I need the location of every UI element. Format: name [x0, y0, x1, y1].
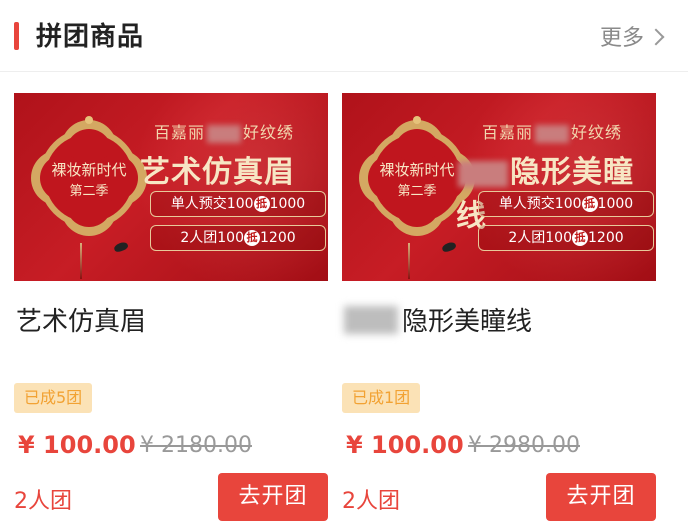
start-group-button[interactable]: 去开团: [546, 473, 656, 521]
redacted-blur: [344, 305, 398, 334]
tassel-decoration: [408, 243, 410, 279]
badge-line1: 裸妆新时代: [51, 161, 126, 179]
group-price: ¥ 100.00: [346, 431, 464, 459]
original-price: ¥ 2180.00: [140, 433, 252, 458]
grouped-count-badge: 已成1团: [342, 383, 421, 413]
product-name[interactable]: 隐形美瞳线: [344, 301, 532, 338]
banner-promo-group: 2人团100 抵 1200: [150, 225, 326, 251]
product-banner-image[interactable]: 裸妆新时代 第二季 百嘉丽 好纹绣 隐形美瞳线 单人预交100 抵 1000 2人团1…: [342, 93, 656, 281]
product-card[interactable]: 裸妆新时代 第二季 百嘉丽 好纹绣 隐形美瞳线 单人预交100 抵 1000 2人团1…: [342, 93, 656, 523]
banner-promo-single: 单人预交100 抵 1000: [478, 191, 654, 217]
banner-promo-group: 2人团100 抵 1200: [478, 225, 654, 251]
badge-line1: 裸妆新时代: [379, 161, 454, 179]
product-card[interactable]: 裸妆新时代 第二季 百嘉丽 好纹绣 艺术仿真眉 单人预交100 抵 1000 2人团1…: [14, 93, 328, 523]
team-size: 2人团: [14, 489, 72, 514]
chevron-right-icon: [647, 28, 665, 46]
badge-line2: 第二季: [69, 184, 108, 199]
start-group-button[interactable]: 去开团: [218, 473, 328, 521]
section-title: 拼团商品: [36, 22, 145, 52]
product-name[interactable]: 艺术仿真眉: [16, 301, 146, 338]
section-accent-bar: [14, 22, 19, 50]
badge-line2: 第二季: [397, 184, 436, 199]
section-header: 拼团商品 更多: [0, 0, 688, 72]
tassel-decoration: [80, 243, 82, 279]
product-banner-image[interactable]: 裸妆新时代 第二季 百嘉丽 好纹绣 艺术仿真眉 单人预交100 抵 1000 2人团1…: [14, 93, 328, 281]
group-price: ¥ 100.00: [18, 431, 136, 459]
banner-headline: 艺术仿真眉: [140, 155, 295, 190]
more-link[interactable]: 更多: [599, 20, 665, 52]
banner-promo-single: 单人预交100 抵 1000: [150, 191, 326, 217]
banner-brand: 百嘉丽 好纹绣: [482, 123, 623, 143]
more-label: 更多: [599, 26, 644, 51]
flower-badge-icon: 裸妆新时代 第二季: [31, 116, 147, 236]
grouped-count-badge: 已成5团: [14, 383, 93, 413]
team-size: 2人团: [342, 489, 400, 514]
original-price: ¥ 2980.00: [468, 433, 580, 458]
banner-brand: 百嘉丽 好纹绣: [154, 123, 295, 143]
